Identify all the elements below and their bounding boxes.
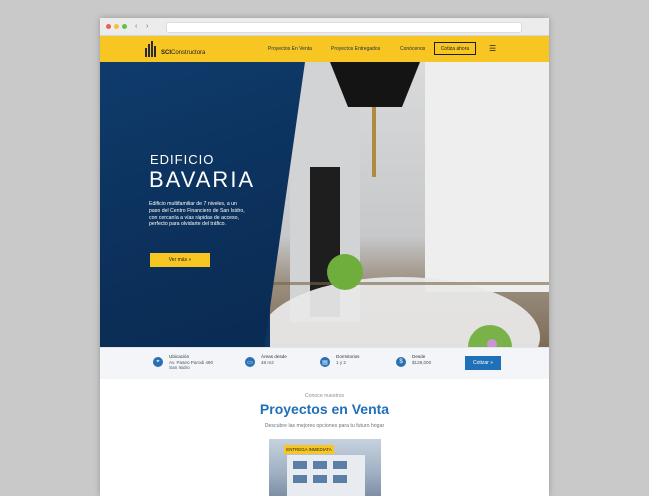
price-icon: $ bbox=[396, 357, 406, 367]
site-header: SCIConstructora Proyectos En Venta Proye… bbox=[100, 36, 549, 62]
back-icon[interactable]: ‹ bbox=[135, 22, 137, 31]
browser-window: ‹ › SCIConstructora Proyectos En Venta P… bbox=[100, 18, 549, 496]
entrega-inmediata-badge: ENTREGA INMEDIATA bbox=[284, 445, 334, 454]
project-card[interactable]: ENTREGA INMEDIATA bbox=[269, 439, 381, 496]
info-value: 1 y 2 bbox=[336, 359, 346, 365]
info-location: ⌖ Ubicación Av. Paseo Parodi 490 San Isi… bbox=[153, 354, 213, 371]
info-value: 48 m2 bbox=[261, 359, 274, 365]
bed-icon: ▤ bbox=[320, 357, 330, 367]
info-area: ▭ Áreas desde 48 m2 bbox=[245, 354, 287, 367]
maximize-window-dot[interactable] bbox=[122, 24, 127, 29]
area-icon: ▭ bbox=[245, 357, 255, 367]
site-logo[interactable]: SCIConstructora bbox=[144, 41, 205, 57]
info-label: Dormitorios bbox=[336, 354, 360, 359]
projects-section: Conoce nuestros Proyectos en Venta Descu… bbox=[100, 379, 549, 496]
nav-link-proyectos-entregados[interactable]: Proyectos Entregados bbox=[331, 46, 380, 52]
hero-eyebrow: EDIFICIO bbox=[150, 152, 215, 167]
hero-photo-illustration bbox=[260, 62, 549, 379]
section-pretitle: Conoce nuestros bbox=[304, 393, 345, 399]
minimize-window-dot[interactable] bbox=[114, 24, 119, 29]
close-window-dot[interactable] bbox=[106, 24, 111, 29]
hero-interior-photo bbox=[260, 62, 549, 379]
hero-banner: EDIFICIO BAVARIA Edificio multifamiliar … bbox=[100, 62, 549, 379]
nav-link-proyectos-en-venta[interactable]: Proyectos En Venta bbox=[268, 46, 312, 52]
menu-icon[interactable]: ☰ bbox=[489, 44, 496, 53]
address-bar[interactable] bbox=[166, 22, 522, 33]
forward-icon[interactable]: › bbox=[146, 22, 148, 31]
nav-link-conocenos[interactable]: Conócenos bbox=[400, 46, 425, 52]
hero-title: BAVARIA bbox=[149, 167, 256, 192]
browser-chrome: ‹ › bbox=[100, 18, 549, 36]
ver-mas-button[interactable]: Ver más » bbox=[150, 253, 210, 267]
cotizar-button[interactable]: Cotizar » bbox=[465, 356, 501, 370]
location-icon: ⌖ bbox=[153, 357, 163, 367]
section-subtitle: Descubre las mejores opciones para tu fu… bbox=[264, 423, 385, 429]
section-title: Proyectos en Venta bbox=[259, 401, 390, 417]
project-info-bar: ⌖ Ubicación Av. Paseo Parodi 490 San Isi… bbox=[100, 347, 549, 380]
hero-description: Edificio multifamiliar de 7 niveles, a u… bbox=[149, 201, 245, 228]
logo-text: SCIConstructora bbox=[161, 50, 206, 56]
info-label: Áreas desde bbox=[261, 354, 287, 359]
info-value-secondary: San Isidro bbox=[169, 365, 190, 371]
info-price: $ Desde $128,000 bbox=[396, 354, 431, 367]
info-value: $128,000 bbox=[412, 359, 432, 365]
building-logo-icon bbox=[144, 41, 158, 57]
info-bedrooms: ▤ Dormitorios 1 y 2 bbox=[320, 354, 359, 367]
cotiza-ahora-button[interactable]: Cotiza ahora bbox=[434, 42, 476, 55]
